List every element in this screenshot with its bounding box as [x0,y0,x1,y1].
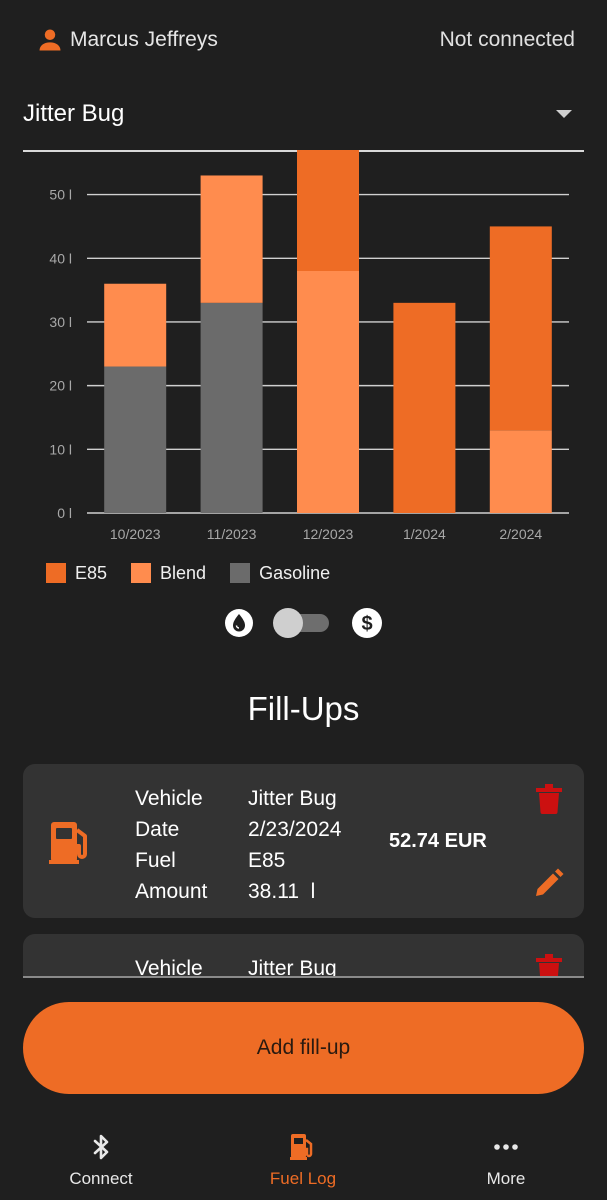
value-vehicle: Jitter Bug [248,787,337,810]
nav-connect-label: Connect [69,1169,133,1188]
fillups-title: Fill-Ups [247,690,360,727]
fillup-cost: 52.74 EUR [389,830,487,852]
fillup-field-labels: Vehicle Date Fuel Amount [135,783,207,907]
nav-fuel-log-label: Fuel Log [269,1169,337,1188]
y-tick-label: 40 l [49,250,72,266]
top-bar: Marcus Jeffreys Not connected [0,0,607,80]
fillup-field-values: Jitter Bug [248,953,337,977]
value-fuel: E85 [248,849,286,872]
fillup-card[interactable]: Vehicle Date Fuel Amount Jitter Bug 2/23… [23,764,584,918]
label-date: Date [135,818,180,841]
connection-status: Not connected [439,28,575,51]
chart-legend: E85 Blend Gasoline [46,562,354,584]
bar-segment [104,283,167,367]
y-tick-label: 10 l [49,441,72,457]
fillups-list[interactable]: Vehicle Date Fuel Amount Jitter Bug 2/23… [0,760,607,977]
add-fillup-button[interactable]: Add fill-up [23,1002,584,1094]
bar-segment [393,302,456,513]
svg-text:$: $ [361,613,372,635]
legend-label: Blend [160,562,207,583]
value-vehicle: Jitter Bug [248,957,337,977]
label-fuel: Fuel [135,849,176,872]
bar-segment [104,366,167,513]
legend-entry: Gasoline [230,563,330,584]
fuel-drop-icon [225,609,253,637]
y-tick-label: 30 l [49,314,72,330]
x-tick-label: 2/2024 [499,526,542,542]
y-tick-label: 20 l [49,378,72,394]
vehicle-selected-value: Jitter Bug [23,100,125,127]
legend-label: Gasoline [259,562,331,583]
delete-icon[interactable] [536,784,562,814]
value-date: 2/23/2024 [248,818,342,841]
fuel-pump-icon [290,1134,313,1160]
y-tick-label: 0 l [57,505,72,521]
label-vehicle: Vehicle [135,957,203,977]
x-tick-label: 10/2023 [110,526,161,542]
dropdown-caret-icon [556,110,572,118]
nav-fuel-log[interactable]: Fuel Log [223,1132,383,1196]
x-tick-label: 11/2023 [207,526,257,542]
bar-segment [489,430,552,513]
bar-segment [200,175,263,303]
legend-entry: Blend [131,563,206,584]
dollar-icon: $ [352,608,382,638]
value-amount: 38.11 l [248,880,316,903]
fillup-field-values: Jitter Bug 2/23/2024 E85 38.11 l [248,783,341,907]
x-tick-label: 1/2024 [403,526,446,542]
bar-segment [200,302,263,513]
edit-icon[interactable] [534,868,564,898]
fillup-card[interactable]: Vehicle Jitter Bug [23,934,584,977]
x-tick-label: 12/2023 [303,526,354,542]
more-dots-icon [494,1144,518,1150]
user-name: Marcus Jeffreys [70,28,218,51]
legend-swatch [131,563,152,583]
bluetooth-icon [93,1134,109,1160]
label-vehicle: Vehicle [135,787,203,810]
bar-segment [297,150,359,271]
nav-connect[interactable]: Connect [21,1132,181,1196]
bar-segment [297,271,359,513]
nav-more[interactable]: More [426,1132,586,1196]
bar-segment [489,226,552,431]
unit-toggle-row: $ [224,605,384,641]
fillup-field-labels: Vehicle [135,953,203,977]
list-divider [23,976,584,978]
fuel-usage-chart: 0 l 10 l 20 l 30 l 40 l 50 l 10/2023 11/2023 12/… [49,150,569,542]
user-account[interactable]: Marcus Jeffreys [36,26,218,54]
delete-icon[interactable] [536,954,562,977]
fuel-pump-icon [49,822,87,864]
bottom-navigation: Connect Fuel Log More [0,1120,607,1200]
label-amount: Amount [135,880,208,903]
legend-swatch [46,563,66,583]
legend-swatch [230,563,251,583]
person-icon [39,29,61,51]
nav-more-label: More [486,1169,526,1188]
legend-label: E85 [75,562,108,583]
vehicle-selector[interactable]: Jitter Bug [23,90,584,152]
y-tick-label: 50 l [49,187,72,203]
legend-entry: E85 [46,563,107,584]
unit-toggle-switch[interactable] [273,608,303,638]
